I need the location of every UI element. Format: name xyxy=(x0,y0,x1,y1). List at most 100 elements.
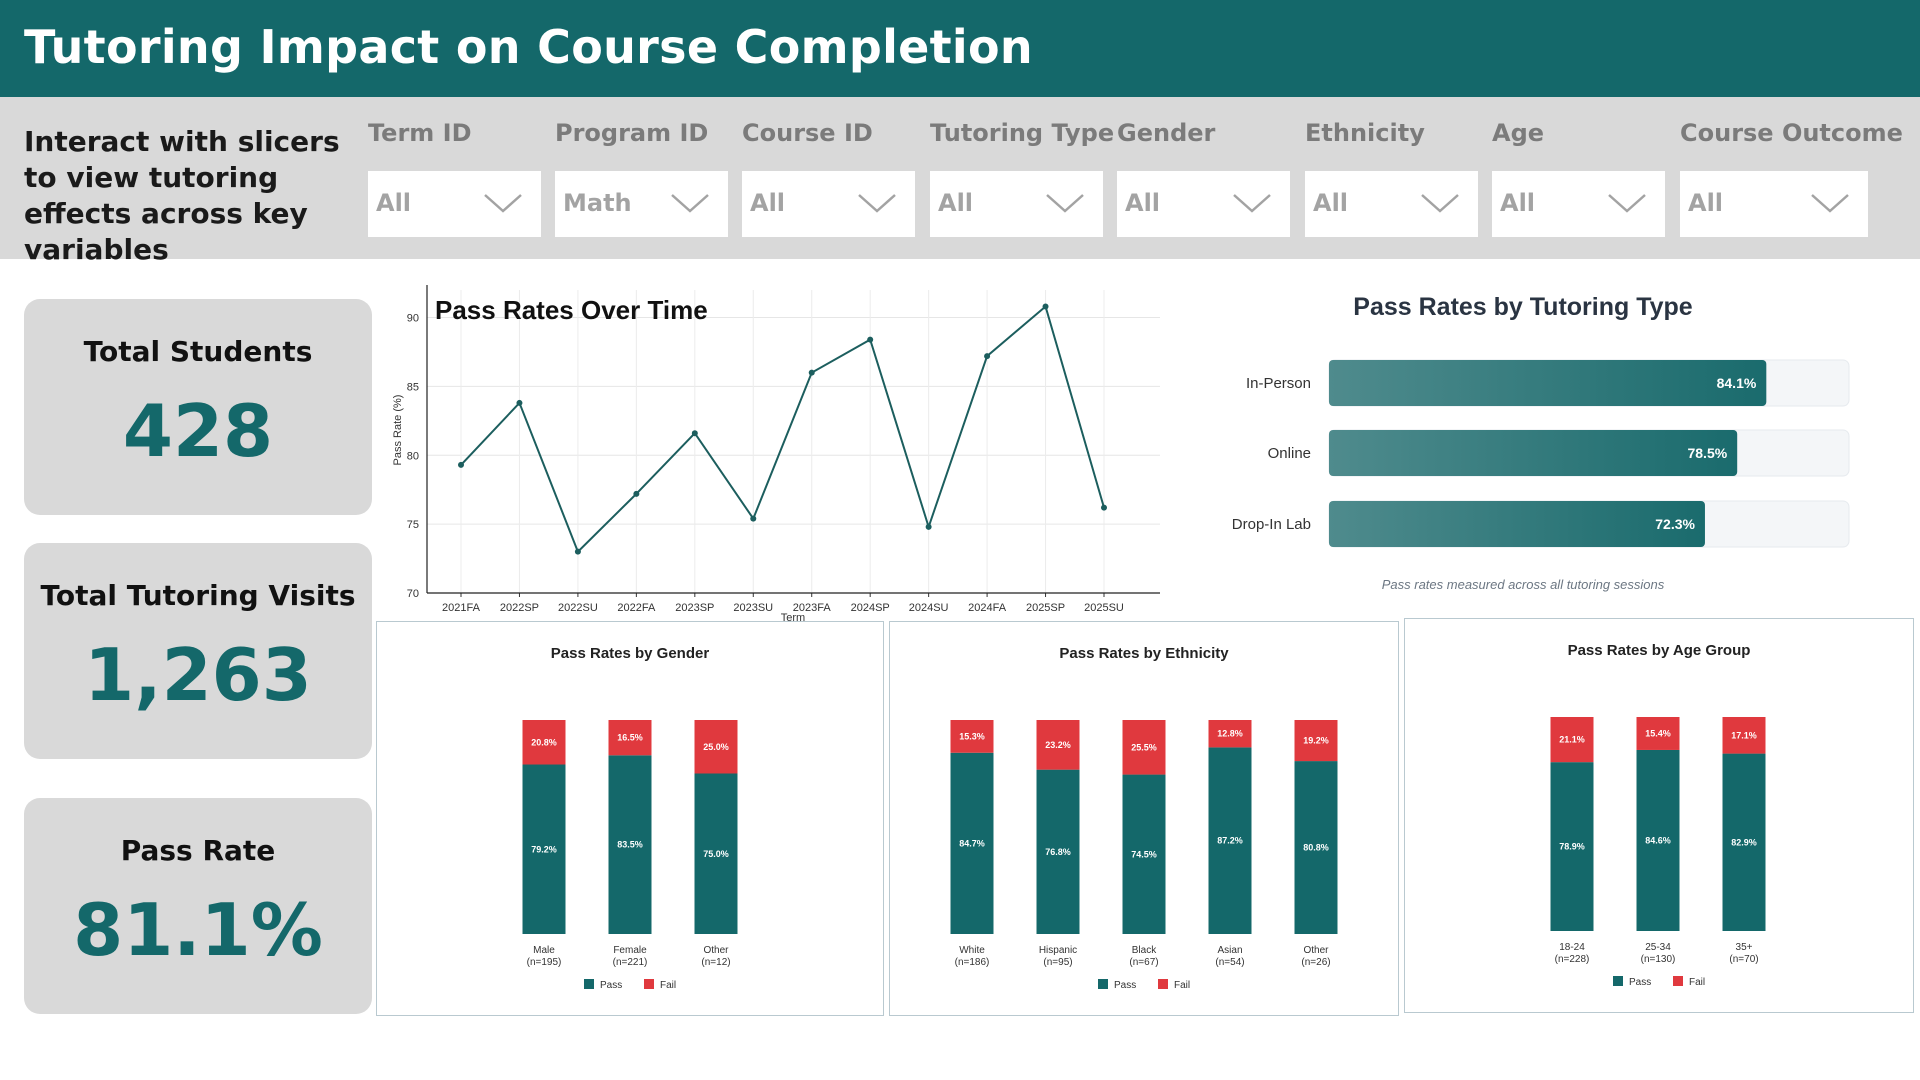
slicer-dropdown[interactable]: All xyxy=(1305,171,1478,237)
category-label: Hispanic xyxy=(1039,945,1077,956)
category-count-label: (n=221) xyxy=(613,957,648,968)
slicer-course-id: Course ID All xyxy=(742,115,915,237)
slicer-dropdown[interactable]: All xyxy=(1492,171,1665,237)
ethnicity-chart-panel: Pass Rates by Ethnicity 84.7% 15.3% White (n… xyxy=(889,621,1399,1016)
fail-value-label: 20.8% xyxy=(531,737,557,747)
y-tick-label: 85 xyxy=(407,381,419,393)
pass-rates-by-ethnicity-chart: Pass Rates by Ethnicity84.7%15.3%White(n… xyxy=(950,645,1338,991)
category-label: Drop-In Lab xyxy=(1232,516,1311,533)
slicer-label: Ethnicity xyxy=(1305,119,1425,147)
kpi-pass-rate: Pass Rate 81.1% xyxy=(24,798,372,1014)
category-label: In-Person xyxy=(1246,375,1311,392)
slicer-label: Program ID xyxy=(555,119,709,147)
chevron-down-icon[interactable] xyxy=(483,191,523,215)
category-label: Male xyxy=(533,945,555,956)
data-point xyxy=(750,515,757,522)
category-label: Female xyxy=(613,945,647,956)
chevron-down-icon[interactable] xyxy=(1420,191,1460,215)
pass-value-label: 79.2% xyxy=(531,844,557,854)
kpi-label: Total Tutoring Visits xyxy=(40,579,356,612)
slicer-label: Gender xyxy=(1117,119,1216,147)
slicer-selected-value: All xyxy=(938,189,974,217)
dashboard-header: Tutoring Impact on Course Completion xyxy=(0,0,1920,97)
slicer-dropdown[interactable]: All xyxy=(930,171,1103,237)
x-tick-label: 2023SU xyxy=(733,602,773,614)
kpi-value: 1,263 xyxy=(84,633,312,717)
slicer-dropdown[interactable]: All xyxy=(1117,171,1290,237)
chevron-down-icon[interactable] xyxy=(1045,191,1085,215)
category-count-label: (n=12) xyxy=(701,957,730,968)
legend-swatch-fail xyxy=(1673,976,1683,986)
x-tick-label: 2023SP xyxy=(675,602,714,614)
pass-rates-by-age-group-chart: Pass Rates by Age Group78.9%21.1%18-24(n… xyxy=(1550,642,1766,988)
pass-value-label: 78.9% xyxy=(1559,842,1585,852)
x-tick-label: 2021FA xyxy=(442,602,481,614)
chevron-down-icon[interactable] xyxy=(1810,191,1850,215)
bar xyxy=(1329,501,1705,547)
category-count-label: (n=26) xyxy=(1301,957,1330,968)
chart-title: Pass Rates Over Time xyxy=(435,295,708,325)
slicer-dropdown[interactable]: Math xyxy=(555,171,728,237)
legend-swatch-fail xyxy=(644,979,654,989)
slicer-ethnicity: Ethnicity All xyxy=(1305,115,1478,237)
slicer-selected-value: All xyxy=(750,189,786,217)
bar-value-label: 84.1% xyxy=(1717,375,1757,391)
legend-swatch-fail xyxy=(1158,979,1168,989)
chart-title: Pass Rates by Age Group xyxy=(1568,642,1751,659)
legend-label-pass: Pass xyxy=(1629,977,1651,988)
category-label: Other xyxy=(703,945,729,956)
data-point xyxy=(691,430,698,437)
category-count-label: (n=54) xyxy=(1215,957,1244,968)
slicer-dropdown[interactable]: All xyxy=(1680,171,1868,237)
kpi-total-tutoring-visits: Total Tutoring Visits 1,263 xyxy=(24,543,372,759)
chevron-down-icon[interactable] xyxy=(857,191,897,215)
legend-swatch-pass xyxy=(1613,976,1623,986)
line-chart-panel: 70 75 80 85 90 2021FA 2022SP 2022SU 2022FA 2023SP… xyxy=(380,285,1170,625)
x-tick-label: 2024SU xyxy=(909,602,949,614)
y-tick-label: 75 xyxy=(407,519,419,531)
slicer-program-id: Program ID Math xyxy=(555,115,728,237)
fail-value-label: 15.4% xyxy=(1645,728,1671,738)
category-count-label: (n=195) xyxy=(527,957,562,968)
pass-value-label: 84.6% xyxy=(1645,835,1671,845)
category-label: 35+ xyxy=(1736,942,1753,953)
kpi-value: 81.1% xyxy=(73,888,323,972)
y-axis-label: Pass Rate (%) xyxy=(392,395,404,466)
pass-value-label: 76.8% xyxy=(1045,847,1071,857)
pass-rates-over-time-chart: 70 75 80 85 90 2021FA 2022SP 2022SU 2022FA 2023SP… xyxy=(392,285,1160,624)
x-tick-label: 2022FA xyxy=(617,602,656,614)
chevron-down-icon[interactable] xyxy=(670,191,710,215)
slicer-tutoring-type: Tutoring Type All xyxy=(930,115,1114,237)
bar xyxy=(1329,430,1738,476)
gender-chart-panel: Pass Rates by Gender 79.2% 20.8% Male (n=195… xyxy=(376,621,884,1016)
pass-value-label: 87.2% xyxy=(1217,836,1243,846)
slicer-dropdown[interactable]: All xyxy=(368,171,541,237)
data-point xyxy=(458,461,464,468)
slicer-instructions: Interact with slicers to view tutoring e… xyxy=(24,125,340,266)
chevron-down-icon[interactable] xyxy=(1607,191,1647,215)
category-count-label: (n=186) xyxy=(955,957,990,968)
kpi-total-students: Total Students 428 xyxy=(24,299,372,515)
fail-value-label: 25.0% xyxy=(703,742,729,752)
slicer-dropdown[interactable]: All xyxy=(742,171,915,237)
slicer-label: Course ID xyxy=(742,119,873,147)
kpi-label: Pass Rate xyxy=(120,834,276,867)
category-label: Online xyxy=(1268,445,1311,462)
bar-value-label: 78.5% xyxy=(1687,445,1727,461)
bar xyxy=(1329,360,1767,406)
fail-value-label: 17.1% xyxy=(1731,730,1757,740)
page-title: Tutoring Impact on Course Completion xyxy=(24,20,1033,74)
slicer-label: Age xyxy=(1492,119,1545,147)
category-label: Asian xyxy=(1217,945,1242,956)
slicer-selected-value: All xyxy=(1500,189,1536,217)
legend-label-fail: Fail xyxy=(1174,980,1190,991)
fail-value-label: 15.3% xyxy=(959,731,985,741)
slicer-age: Age All xyxy=(1492,115,1665,237)
category-label: White xyxy=(959,945,985,956)
pass-value-label: 83.5% xyxy=(617,840,643,850)
x-tick-label: 2025SU xyxy=(1084,602,1124,614)
data-point xyxy=(1042,303,1049,310)
chevron-down-icon[interactable] xyxy=(1232,191,1272,215)
legend-swatch-pass xyxy=(1098,979,1108,989)
data-point xyxy=(574,548,581,555)
